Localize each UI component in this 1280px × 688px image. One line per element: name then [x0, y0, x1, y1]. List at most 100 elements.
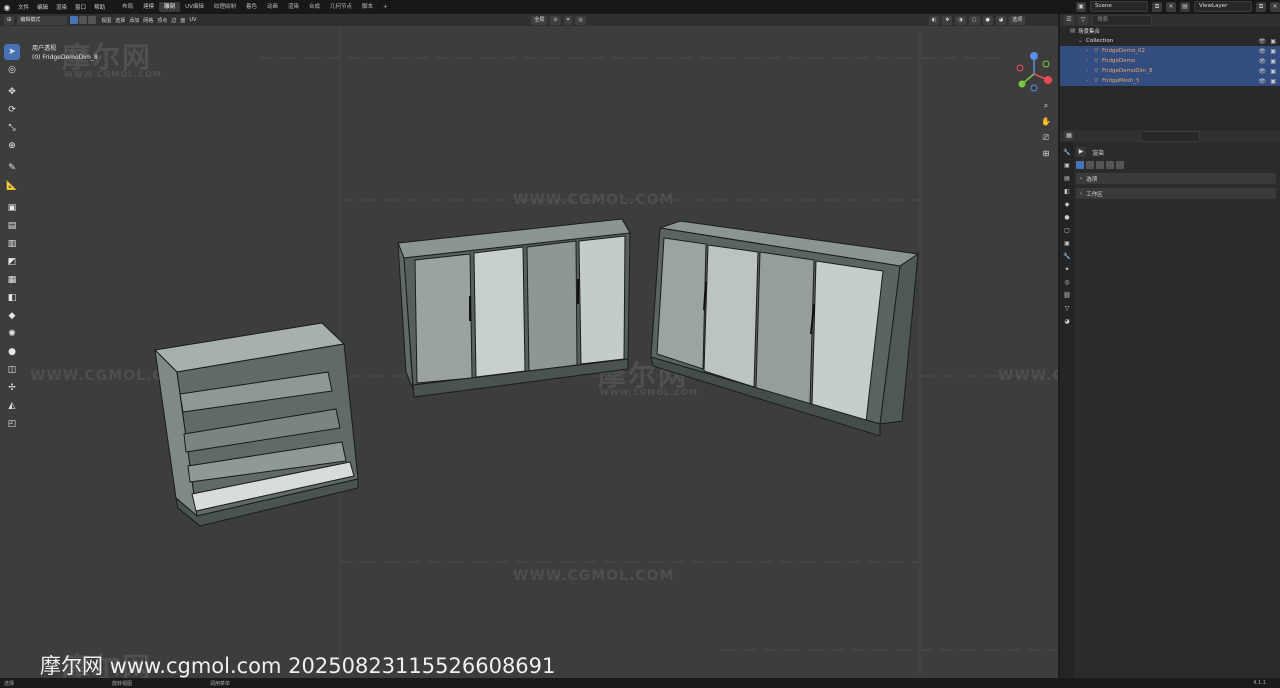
close-icon[interactable]: ✕	[1166, 1, 1176, 12]
toggle-icon[interactable]	[1076, 161, 1084, 169]
workspace-tab[interactable]: 雕刻	[159, 2, 181, 12]
workspace-tab[interactable]: 纹理绘制	[209, 2, 241, 12]
outliner-object-row[interactable]: › ▽ FridgeDemoDim_8 👁 ▣	[1060, 66, 1280, 76]
menu-item[interactable]: 文件	[14, 3, 33, 11]
workspace-tab[interactable]: UV编辑	[180, 2, 209, 12]
workspace-tab[interactable]: 脚本	[357, 2, 378, 12]
status-menu: 调用菜单	[210, 680, 231, 687]
properties-search[interactable]	[1140, 130, 1200, 142]
blender-logo-icon[interactable]: ◉	[0, 0, 14, 14]
outliner-type-icon[interactable]: ☰	[1064, 15, 1074, 25]
properties-panel-header[interactable]: › 选项	[1076, 173, 1276, 184]
particles-tab-icon[interactable]: ✦	[1062, 265, 1072, 275]
tool-tab-icon[interactable]: 🔧	[1062, 148, 1072, 158]
scene-collection-row[interactable]: ▤ 场景集合	[1060, 26, 1280, 36]
eye-icon[interactable]: 👁	[1258, 58, 1266, 65]
chevron-right-icon[interactable]: ›	[1086, 78, 1094, 84]
toggle-icon[interactable]	[1116, 161, 1124, 169]
output-tab-icon[interactable]: ▤	[1062, 174, 1072, 184]
status-bar: 选择 旋转视图 调用菜单 4.1.1	[0, 678, 1280, 688]
workspace-tab[interactable]: 几何节点	[325, 2, 357, 12]
view-layer-field[interactable]: ViewLayer	[1194, 1, 1252, 12]
copy-icon[interactable]: ⧉	[1152, 1, 1162, 12]
chevron-right-icon[interactable]: ›	[1086, 68, 1094, 74]
camera-icon[interactable]: ▣	[1270, 48, 1276, 55]
outliner-header: ☰ ▽ 搜索	[1060, 14, 1280, 26]
render-tab-icon[interactable]: ▣	[1062, 161, 1072, 171]
properties-title: ▶ 渲染	[1076, 146, 1276, 158]
chevron-right-icon[interactable]: ›	[1086, 48, 1094, 54]
workspace-tab[interactable]: 动画	[262, 2, 283, 12]
properties-panel-header[interactable]: › 工作区	[1076, 188, 1276, 199]
render-icon: ▶	[1076, 147, 1086, 157]
panel-label: 选项	[1086, 176, 1098, 183]
scene-render	[150, 26, 1058, 678]
pan-hand-icon[interactable]: ✋	[1040, 116, 1052, 128]
view-layer-icon[interactable]: ▤	[1180, 1, 1190, 12]
workspace-tab[interactable]: 布局	[117, 2, 138, 12]
eye-icon[interactable]: 👁	[1258, 68, 1266, 75]
status-rotate: 旋转视图	[112, 680, 133, 687]
eye-icon[interactable]: 👁	[1258, 48, 1266, 55]
camera-icon[interactable]: ▣	[1270, 68, 1276, 75]
scene-icon[interactable]: ▣	[1076, 1, 1086, 12]
3d-viewport[interactable]: ⊞ 编辑模式 视图 选择 添加 网格 顶点边面 UV 全局 ⊙ ⌗ ◎ ◐ ✥ ◑ ▢ ●…	[0, 14, 1058, 678]
properties-body: ▶ 渲染 › 选项 › 工作区	[1076, 146, 1276, 199]
outliner-search[interactable]: 搜索	[1092, 14, 1152, 26]
object-name: FridgeDemo	[1102, 58, 1136, 64]
collection-row[interactable]: ⌄ Collection 👁 ▣	[1060, 36, 1280, 46]
properties-toggle-icons[interactable]	[1076, 161, 1276, 169]
constraints-tab-icon[interactable]: ⛓	[1062, 291, 1072, 301]
object-name: FridgeDemo_02	[1102, 48, 1146, 54]
object-tab-icon[interactable]: ▣	[1062, 239, 1072, 249]
toggle-icon[interactable]	[1106, 161, 1114, 169]
menu-item[interactable]: 窗口	[71, 3, 90, 11]
properties-type-icon[interactable]: ▦	[1064, 131, 1074, 141]
chevron-right-icon[interactable]: ›	[1080, 176, 1082, 182]
chevron-right-icon[interactable]: ›	[1080, 191, 1082, 197]
zoom-icon[interactable]: ⌕	[1040, 100, 1052, 112]
copy-layer-icon[interactable]: ⧉	[1256, 1, 1266, 12]
toggle-icon[interactable]	[1086, 161, 1094, 169]
nav-controls: ⌕ ✋ ⎚ ⊞	[1040, 100, 1052, 160]
outliner-object-row[interactable]: › ▽ FridgeDemo 👁 ▣	[1060, 56, 1280, 66]
camera-icon[interactable]: ▣	[1270, 38, 1276, 45]
world-tab-icon[interactable]: ●	[1062, 213, 1072, 223]
perspective-grid-icon[interactable]: ⊞	[1040, 148, 1052, 160]
data-tab-icon[interactable]: ▽	[1062, 304, 1072, 314]
camera-view-icon[interactable]: ⎚	[1040, 132, 1052, 144]
chevron-right-icon[interactable]: ›	[1086, 58, 1094, 64]
menu-item[interactable]: 渲染	[52, 3, 71, 11]
modifier-tab-icon[interactable]: 🔧	[1062, 252, 1072, 262]
menu-item[interactable]: 编辑	[33, 3, 52, 11]
outliner-object-row[interactable]: › ▽ FridgeDemo_02 👁 ▣	[1060, 46, 1280, 56]
physics-tab-icon[interactable]: ◎	[1062, 278, 1072, 288]
outliner-object-row[interactable]: › ▽ FridgeMesh_5 👁 ▣	[1060, 76, 1280, 86]
workspace-tab[interactable]: 合成	[304, 2, 325, 12]
filter-icon[interactable]: ▽	[1078, 15, 1088, 25]
collection-label: Collection	[1086, 38, 1114, 44]
collection-icon: ▤	[1070, 28, 1076, 34]
camera-icon[interactable]: ▣	[1270, 78, 1276, 85]
view-layer-tab-icon[interactable]: ◧	[1062, 187, 1072, 197]
eye-icon[interactable]: 👁	[1258, 78, 1266, 85]
close-layer-icon[interactable]: ✕	[1270, 1, 1280, 12]
scene-tab-icon[interactable]: ◆	[1062, 200, 1072, 210]
collection-tab-icon[interactable]: ▢	[1062, 226, 1072, 236]
object-name: FridgeMesh_5	[1102, 78, 1140, 84]
chevron-down-icon[interactable]: ⌄	[1078, 38, 1086, 44]
version-label: 4.1.1	[1253, 680, 1266, 686]
workspace-tab[interactable]: 着色	[241, 2, 262, 12]
toggle-icon[interactable]	[1096, 161, 1104, 169]
menu-item[interactable]: 帮助	[90, 3, 109, 11]
navigation-gizmo[interactable]	[1010, 50, 1058, 98]
eye-icon[interactable]: 👁	[1258, 38, 1266, 45]
workspace-tab[interactable]: 渲染	[283, 2, 304, 12]
workspace-tab[interactable]: 建模	[138, 2, 159, 12]
status-select: 选择	[4, 680, 15, 687]
mesh-icon: ▽	[1094, 68, 1099, 74]
scene-name-field[interactable]: Scene	[1090, 1, 1148, 12]
material-tab-icon[interactable]: ◕	[1062, 317, 1072, 327]
add-workspace-button[interactable]: +	[378, 2, 393, 12]
camera-icon[interactable]: ▣	[1270, 58, 1276, 65]
